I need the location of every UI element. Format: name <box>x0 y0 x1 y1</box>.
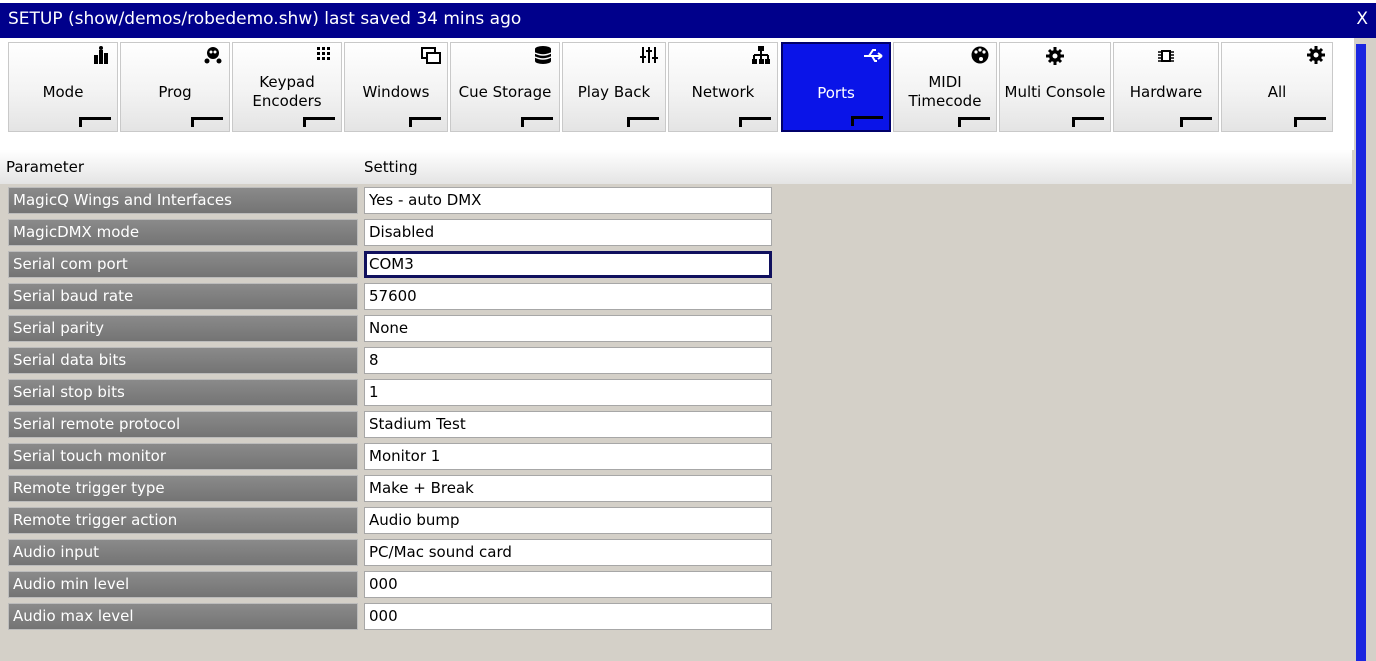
column-header-parameter[interactable]: Parameter <box>6 158 84 176</box>
parameter-cell: Serial com port <box>8 251 358 278</box>
tab-all[interactable]: All <box>1221 42 1333 132</box>
chip-icon <box>1158 50 1174 62</box>
gear-icon <box>1307 46 1325 64</box>
parameter-cell: MagicDMX mode <box>8 219 358 246</box>
tab-play-back[interactable]: Play Back <box>562 42 666 132</box>
setting-cell[interactable]: 000 <box>364 603 772 630</box>
parameter-cell: Serial data bits <box>8 347 358 374</box>
parameter-cell: Serial remote protocol <box>8 411 358 438</box>
setting-cell[interactable]: Make + Break <box>364 475 772 502</box>
tab-ports[interactable]: Ports <box>781 42 891 132</box>
tab-label: MIDI Timecode <box>908 73 982 110</box>
setting-cell[interactable]: Audio bump <box>364 507 772 534</box>
setting-cell[interactable]: Stadium Test <box>364 411 772 438</box>
parameter-cell: Serial parity <box>8 315 358 342</box>
tab-label: Multi Console <box>1004 82 1106 101</box>
tab-notch <box>79 117 111 127</box>
tab-mode[interactable]: Mode <box>8 42 118 132</box>
parameter-cell: Serial stop bits <box>8 379 358 406</box>
tab-label: Prog <box>158 82 192 101</box>
column-header-setting[interactable]: Setting <box>364 158 418 176</box>
tab-notch <box>303 117 335 127</box>
tab-midi-timecode[interactable]: MIDI Timecode <box>893 42 997 132</box>
setting-cell[interactable]: Monitor 1 <box>364 443 772 470</box>
palette-icon <box>971 46 989 64</box>
prog-icon <box>204 47 222 64</box>
parameter-cell: Serial baud rate <box>8 283 358 310</box>
tab-notch <box>1294 117 1326 127</box>
parameter-cell: MagicQ Wings and Interfaces <box>8 187 358 214</box>
table-row: Serial com port COM3 <box>8 250 773 280</box>
setting-cell[interactable]: Disabled <box>364 219 772 246</box>
tab-label: Mode <box>42 82 84 101</box>
table-row: Serial parity None <box>8 314 773 344</box>
setting-cell-selected[interactable]: COM3 <box>364 251 772 278</box>
tab-notch <box>521 117 553 127</box>
table-row: Audio input PC/Mac sound card <box>8 538 773 568</box>
table-row: Serial data bits 8 <box>8 346 773 376</box>
tab-prog[interactable]: Prog <box>120 42 230 132</box>
sliders-icon <box>640 47 658 63</box>
title-bar: SETUP (show/demos/robedemo.shw) last sav… <box>0 0 1376 38</box>
setting-cell[interactable]: 1 <box>364 379 772 406</box>
setting-cell[interactable]: Yes - auto DMX <box>364 187 772 214</box>
tab-notch <box>1180 117 1212 127</box>
network-icon <box>752 46 770 64</box>
tab-multi-console[interactable]: Multi Console <box>999 42 1111 132</box>
tab-label: Ports <box>817 83 855 102</box>
parameter-cell: Audio input <box>8 539 358 566</box>
tab-notch <box>739 117 771 127</box>
mode-icon <box>94 46 108 64</box>
setting-cell[interactable]: 8 <box>364 347 772 374</box>
tab-keypad-encoders[interactable]: Keypad Encoders <box>232 42 342 132</box>
tab-label: Network <box>691 82 755 101</box>
table-row: Remote trigger type Make + Break <box>8 474 773 504</box>
close-button[interactable]: X <box>1356 9 1368 29</box>
table-header: Parameter Setting <box>0 150 1352 184</box>
table-row: Audio max level 000 <box>8 602 773 632</box>
table-row: Serial baud rate 57600 <box>8 282 773 312</box>
tab-notch <box>958 117 990 127</box>
keypad-icon <box>317 47 330 60</box>
setting-cell[interactable]: None <box>364 315 772 342</box>
setting-cell[interactable]: 57600 <box>364 283 772 310</box>
tab-notch <box>1072 117 1104 127</box>
tab-label: Windows <box>362 82 430 101</box>
parameter-cell: Serial touch monitor <box>8 443 358 470</box>
table-row: Serial stop bits 1 <box>8 378 773 408</box>
tab-bar: Mode Prog Keypad Encoders Windows Cue St… <box>0 38 1354 150</box>
parameter-cell: Remote trigger action <box>8 507 358 534</box>
parameter-cell: Remote trigger type <box>8 475 358 502</box>
parameter-cell: Audio min level <box>8 571 358 598</box>
parameter-cell: Audio max level <box>8 603 358 630</box>
windows-icon <box>421 47 441 64</box>
tab-label: Play Back <box>577 82 651 101</box>
tab-label: Hardware <box>1129 82 1203 101</box>
gear-icon <box>1046 47 1064 65</box>
tab-label: All <box>1267 82 1287 101</box>
tab-network[interactable]: Network <box>668 42 778 132</box>
table-row: MagicQ Wings and Interfaces Yes - auto D… <box>8 186 773 216</box>
database-icon <box>534 46 552 64</box>
tab-cue-storage[interactable]: Cue Storage <box>450 42 560 132</box>
vertical-scrollbar[interactable] <box>1356 44 1366 661</box>
tab-hardware[interactable]: Hardware <box>1113 42 1219 132</box>
tab-notch <box>409 117 441 127</box>
tab-notch <box>627 117 659 127</box>
table-row: MagicDMX mode Disabled <box>8 218 773 248</box>
table-row: Audio min level 000 <box>8 570 773 600</box>
setting-cell[interactable]: PC/Mac sound card <box>364 539 772 566</box>
table-row: Serial touch monitor Monitor 1 <box>8 442 773 472</box>
table-row: Serial remote protocol Stadium Test <box>8 410 773 440</box>
usb-icon <box>864 49 883 62</box>
tab-label: Cue Storage <box>458 82 552 101</box>
table-row: Remote trigger action Audio bump <box>8 506 773 536</box>
setting-cell[interactable]: 000 <box>364 571 772 598</box>
tab-notch <box>191 117 223 127</box>
tab-windows[interactable]: Windows <box>344 42 448 132</box>
window-title: SETUP (show/demos/robedemo.shw) last sav… <box>8 9 522 29</box>
tab-notch <box>851 116 883 126</box>
tab-label: Keypad Encoders <box>252 73 322 110</box>
